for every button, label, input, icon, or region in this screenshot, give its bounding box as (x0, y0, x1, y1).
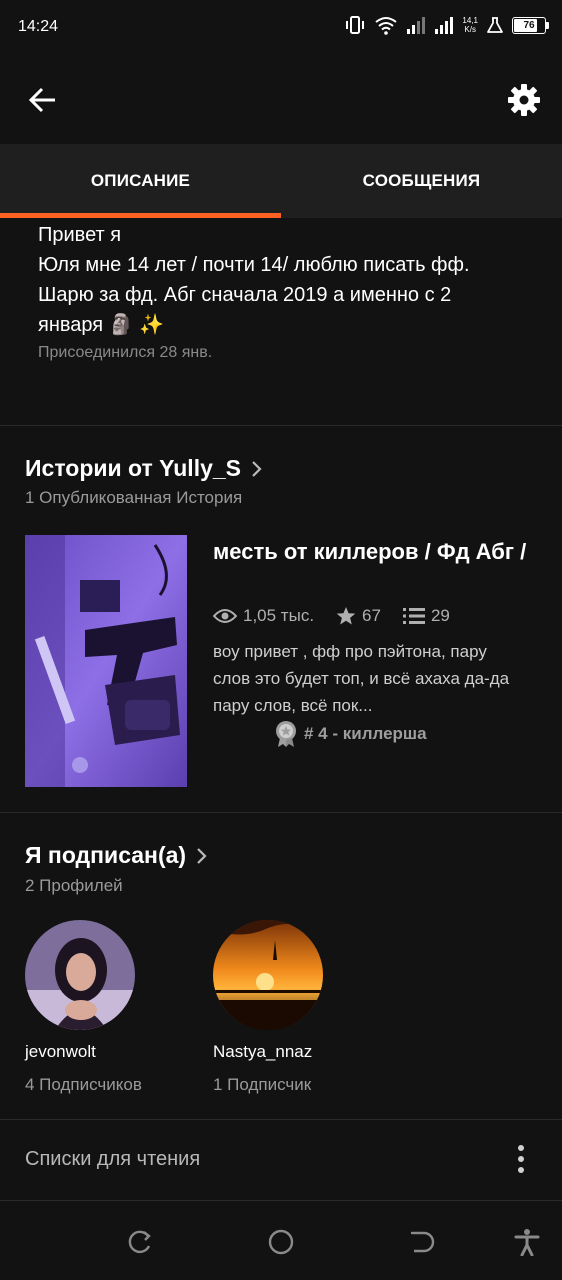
story-rank: # 4 - киллерша (274, 720, 427, 748)
back-nav-button[interactable] (408, 1228, 436, 1256)
app-bar (0, 56, 562, 144)
wifi-icon (375, 17, 398, 35)
story-parts: 29 (402, 606, 450, 626)
story-votes: 67 (336, 606, 381, 626)
stories-section-header[interactable]: Истории от Yully_S (25, 455, 263, 482)
flask-icon (487, 17, 503, 33)
signal-icon-2 (435, 17, 454, 34)
description-line: Привет я (38, 224, 122, 246)
profile-card[interactable]: Nastya_nnaz 1 Подписчик (213, 920, 393, 1095)
recents-icon (128, 1230, 151, 1254)
system-nav-bar (0, 1202, 562, 1280)
battery-level: 76 (523, 19, 535, 31)
views-count: 1,05 тыс. (243, 606, 315, 625)
tab-description[interactable]: ОПИСАНИЕ (0, 144, 281, 218)
accessibility-icon (514, 1229, 540, 1257)
description-line: января 🗿 ✨ (38, 314, 165, 336)
home-button[interactable] (267, 1228, 295, 1256)
description-line: Юля мне 14 лет / почти 14/ люблю писать … (38, 254, 470, 276)
avatar[interactable] (25, 920, 135, 1030)
description-line: Шарю за фд. Абг сначала 2019 а именно с … (38, 284, 452, 306)
accessibility-button[interactable] (513, 1228, 541, 1257)
profile-tabs: ОПИСАНИЕ СООБЩЕНИЯ (0, 144, 562, 218)
story-description: воу привет , фф про пэйтона, пару слов э… (213, 642, 510, 715)
recents-button[interactable] (126, 1228, 154, 1256)
votes-count: 67 (362, 606, 381, 625)
divider (0, 812, 562, 813)
status-bar: 14:24 14,1 K/s 76 (0, 0, 562, 56)
divider (0, 425, 562, 426)
arrow-left-icon (28, 87, 55, 113)
medal-icon (276, 721, 296, 747)
signal-icon (407, 17, 426, 34)
profile-name[interactable]: Nastya_nnaz (213, 1042, 393, 1062)
following-section-title: Я подписан(а) (25, 842, 187, 868)
profile-name[interactable]: jevonwolt (25, 1042, 205, 1062)
following-section-header[interactable]: Я подписан(а) (25, 842, 208, 869)
more-vertical-icon (518, 1145, 524, 1173)
back-nav-icon (411, 1231, 435, 1253)
divider (0, 1119, 562, 1120)
chevron-right-icon (197, 847, 207, 864)
gear-icon (508, 84, 540, 116)
speed-unit: K/s (464, 25, 476, 34)
speed-value: 14,1 (462, 16, 478, 25)
divider (0, 1200, 562, 1201)
story-cover-image[interactable] (25, 535, 187, 787)
profile-card[interactable]: jevonwolt 4 Подписчиков (25, 920, 205, 1095)
stories-section-title: Истории от Yully_S (25, 455, 242, 481)
stories-count: 1 Опубликованная История (25, 488, 243, 507)
status-icons: 14,1 K/s 76 (344, 14, 549, 36)
battery-icon: 76 (512, 16, 549, 34)
more-options-button[interactable] (514, 1144, 528, 1174)
list-icon (402, 608, 425, 624)
eye-icon (213, 609, 237, 623)
story-stats: 1,05 тыс. 67 29 (213, 606, 472, 626)
reading-lists-label[interactable]: Списки для чтения (25, 1148, 200, 1171)
status-time: 14:24 (18, 18, 59, 35)
following-count: 2 Профилей (25, 876, 123, 895)
settings-button[interactable] (506, 82, 542, 118)
vibrate-icon (346, 16, 365, 34)
profile-followers: 1 Подписчик (213, 1075, 312, 1094)
joined-date: Присоединился 28 янв. (38, 344, 213, 361)
chevron-right-icon (252, 460, 262, 477)
profile-followers: 4 Подписчиков (25, 1075, 142, 1094)
story-views: 1,05 тыс. (213, 606, 314, 626)
star-icon (336, 607, 356, 625)
home-circle-icon (268, 1229, 294, 1255)
parts-count: 29 (430, 606, 450, 625)
rank-text: # 4 - киллерша (304, 724, 427, 743)
back-button[interactable] (24, 82, 60, 118)
story-title[interactable]: месть от киллеров / Фд Абг / (213, 537, 533, 567)
avatar[interactable] (213, 920, 323, 1030)
tab-messages[interactable]: СООБЩЕНИЯ (281, 144, 562, 218)
network-speed: 14,1 K/s (462, 16, 478, 34)
profile-description: Привет я Юля мне 14 лет / почти 14/ любл… (38, 220, 538, 362)
